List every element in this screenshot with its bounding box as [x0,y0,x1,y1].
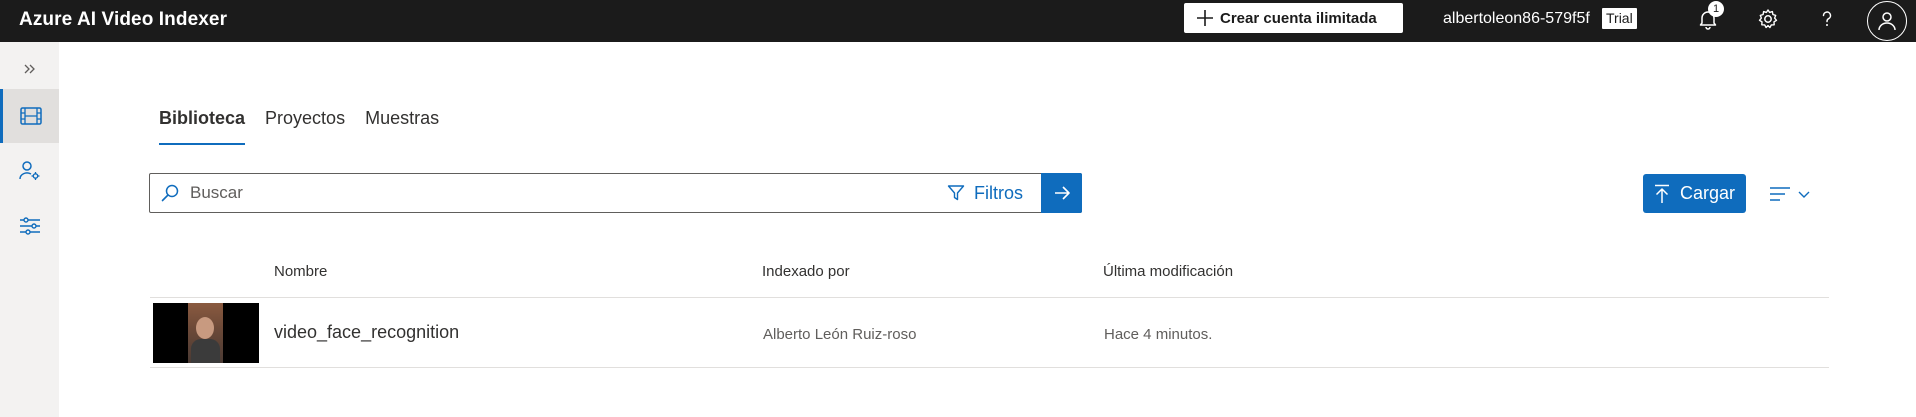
indexed-by-value: Alberto León Ruiz-roso [763,326,917,343]
tab-samples[interactable]: Muestras [365,103,439,147]
column-header-last-modified[interactable]: Última modificación [1103,263,1233,280]
search-box: Filtros [149,173,1082,213]
sidebar-item-model-customization[interactable] [0,199,59,253]
upload-icon [1654,184,1669,203]
settings-button[interactable] [1754,5,1782,33]
trial-badge: Trial [1602,8,1637,29]
filters-button[interactable]: Filtros [947,183,1023,204]
left-navigation-rail [0,42,59,417]
app-title[interactable]: Azure AI Video Indexer [19,0,227,42]
expand-nav-button[interactable] [0,42,59,96]
video-thumbnail[interactable] [153,303,259,363]
create-unlimited-account-button[interactable]: Crear cuenta ilimitada [1184,3,1403,33]
column-header-name[interactable]: Nombre [274,263,327,280]
table-header-divider [150,297,1829,298]
create-unlimited-account-label: Crear cuenta ilimitada [1220,9,1377,27]
sort-lines-icon [1770,187,1790,201]
arrow-right-icon [1054,186,1070,200]
tab-projects[interactable]: Proyectos [265,103,345,147]
sliders-icon [19,217,40,235]
library-tabs: Biblioteca Proyectos Muestras [159,103,459,147]
chevron-down-icon [1798,191,1810,198]
film-icon [20,107,42,125]
person-settings-icon [18,161,39,180]
sort-menu-button[interactable] [1769,183,1819,205]
filter-icon [947,185,965,201]
upload-label: Cargar [1679,183,1736,203]
table-row-divider [150,367,1829,368]
video-name-link[interactable]: video_face_recognition [274,322,459,343]
plus-icon [1197,10,1213,26]
account-name[interactable]: albertoleon86-579f5f [1443,0,1590,40]
user-avatar-button[interactable] [1867,1,1907,41]
search-submit-button[interactable] [1041,173,1082,213]
tab-library[interactable]: Biblioteca [159,103,246,147]
gear-icon [1758,9,1778,29]
last-modified-value: Hace 4 minutos. [1104,326,1213,343]
upload-button[interactable]: Cargar [1643,174,1746,213]
user-icon [1878,12,1896,31]
chevron-double-right-icon [24,64,35,74]
search-icon [150,174,190,212]
notification-count-badge: 1 [1708,1,1724,17]
help-icon [1822,11,1832,26]
search-input[interactable] [190,175,947,211]
help-button[interactable] [1813,5,1841,33]
top-bar: Azure AI Video Indexer Crear cuenta ilim… [0,0,1916,42]
sidebar-item-library[interactable] [0,89,59,143]
filters-label: Filtros [974,182,1023,203]
column-header-indexed-by[interactable]: Indexado por [762,263,850,280]
sidebar-item-account-settings[interactable] [0,144,59,198]
